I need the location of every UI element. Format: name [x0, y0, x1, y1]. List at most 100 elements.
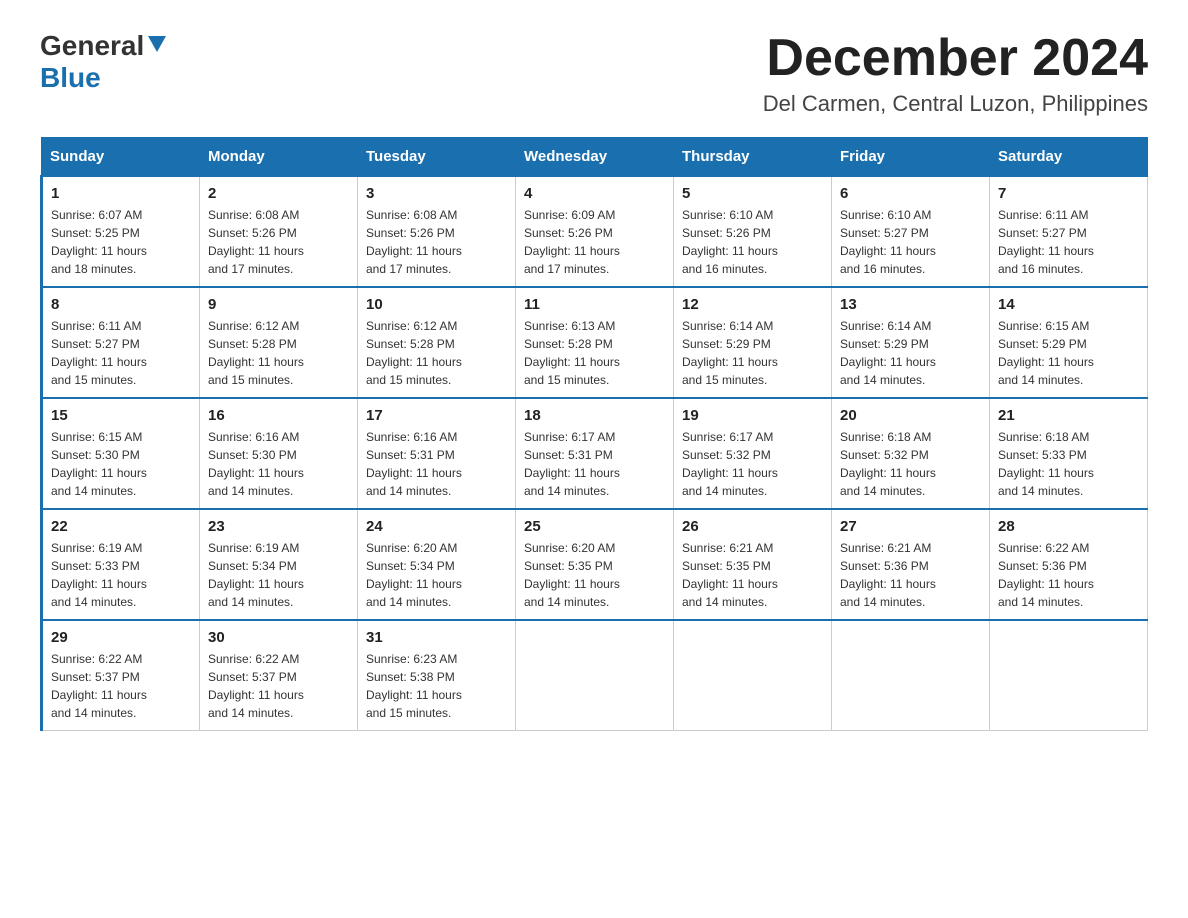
location-title: Del Carmen, Central Luzon, Philippines [763, 91, 1148, 117]
day-number: 2 [208, 185, 349, 202]
day-number: 28 [998, 518, 1139, 535]
day-info: Sunrise: 6:21 AM Sunset: 5:36 PM Dayligh… [840, 541, 936, 609]
day-number: 25 [524, 518, 665, 535]
calendar-cell [832, 620, 990, 731]
calendar-cell: 11 Sunrise: 6:13 AM Sunset: 5:28 PM Dayl… [516, 287, 674, 398]
day-number: 14 [998, 296, 1139, 313]
day-number: 13 [840, 296, 981, 313]
month-title: December 2024 [763, 30, 1148, 87]
calendar-cell: 1 Sunrise: 6:07 AM Sunset: 5:25 PM Dayli… [42, 176, 200, 287]
page-header: General Blue December 2024 Del Carmen, C… [40, 30, 1148, 117]
calendar-cell: 21 Sunrise: 6:18 AM Sunset: 5:33 PM Dayl… [990, 398, 1148, 509]
logo: General Blue [40, 30, 166, 94]
calendar-cell: 4 Sunrise: 6:09 AM Sunset: 5:26 PM Dayli… [516, 176, 674, 287]
day-number: 22 [51, 518, 191, 535]
calendar-cell: 24 Sunrise: 6:20 AM Sunset: 5:34 PM Dayl… [358, 509, 516, 620]
logo-general-text: General [40, 30, 144, 62]
calendar-cell: 14 Sunrise: 6:15 AM Sunset: 5:29 PM Dayl… [990, 287, 1148, 398]
day-number: 16 [208, 407, 349, 424]
day-info: Sunrise: 6:16 AM Sunset: 5:31 PM Dayligh… [366, 430, 462, 498]
calendar-cell: 13 Sunrise: 6:14 AM Sunset: 5:29 PM Dayl… [832, 287, 990, 398]
calendar-cell [674, 620, 832, 731]
calendar-cell: 22 Sunrise: 6:19 AM Sunset: 5:33 PM Dayl… [42, 509, 200, 620]
header-saturday: Saturday [990, 138, 1148, 177]
day-number: 6 [840, 185, 981, 202]
calendar-cell: 26 Sunrise: 6:21 AM Sunset: 5:35 PM Dayl… [674, 509, 832, 620]
day-info: Sunrise: 6:17 AM Sunset: 5:31 PM Dayligh… [524, 430, 620, 498]
day-info: Sunrise: 6:21 AM Sunset: 5:35 PM Dayligh… [682, 541, 778, 609]
day-info: Sunrise: 6:17 AM Sunset: 5:32 PM Dayligh… [682, 430, 778, 498]
day-info: Sunrise: 6:08 AM Sunset: 5:26 PM Dayligh… [208, 208, 304, 276]
calendar-cell [516, 620, 674, 731]
day-number: 15 [51, 407, 191, 424]
day-info: Sunrise: 6:10 AM Sunset: 5:26 PM Dayligh… [682, 208, 778, 276]
calendar-cell: 20 Sunrise: 6:18 AM Sunset: 5:32 PM Dayl… [832, 398, 990, 509]
day-number: 10 [366, 296, 507, 313]
calendar-week-row: 29 Sunrise: 6:22 AM Sunset: 5:37 PM Dayl… [42, 620, 1148, 731]
title-section: December 2024 Del Carmen, Central Luzon,… [763, 30, 1148, 117]
day-info: Sunrise: 6:14 AM Sunset: 5:29 PM Dayligh… [682, 319, 778, 387]
day-info: Sunrise: 6:19 AM Sunset: 5:34 PM Dayligh… [208, 541, 304, 609]
calendar-cell: 16 Sunrise: 6:16 AM Sunset: 5:30 PM Dayl… [200, 398, 358, 509]
calendar-cell: 30 Sunrise: 6:22 AM Sunset: 5:37 PM Dayl… [200, 620, 358, 731]
calendar-cell: 9 Sunrise: 6:12 AM Sunset: 5:28 PM Dayli… [200, 287, 358, 398]
calendar-cell: 25 Sunrise: 6:20 AM Sunset: 5:35 PM Dayl… [516, 509, 674, 620]
day-number: 3 [366, 185, 507, 202]
calendar-cell: 27 Sunrise: 6:21 AM Sunset: 5:36 PM Dayl… [832, 509, 990, 620]
calendar-cell: 8 Sunrise: 6:11 AM Sunset: 5:27 PM Dayli… [42, 287, 200, 398]
day-number: 4 [524, 185, 665, 202]
day-info: Sunrise: 6:12 AM Sunset: 5:28 PM Dayligh… [366, 319, 462, 387]
day-number: 7 [998, 185, 1139, 202]
calendar-cell: 10 Sunrise: 6:12 AM Sunset: 5:28 PM Dayl… [358, 287, 516, 398]
calendar-week-row: 15 Sunrise: 6:15 AM Sunset: 5:30 PM Dayl… [42, 398, 1148, 509]
day-number: 24 [366, 518, 507, 535]
calendar-week-row: 22 Sunrise: 6:19 AM Sunset: 5:33 PM Dayl… [42, 509, 1148, 620]
calendar-cell: 7 Sunrise: 6:11 AM Sunset: 5:27 PM Dayli… [990, 176, 1148, 287]
header-monday: Monday [200, 138, 358, 177]
day-info: Sunrise: 6:22 AM Sunset: 5:37 PM Dayligh… [208, 652, 304, 720]
day-info: Sunrise: 6:08 AM Sunset: 5:26 PM Dayligh… [366, 208, 462, 276]
day-number: 8 [51, 296, 191, 313]
day-info: Sunrise: 6:23 AM Sunset: 5:38 PM Dayligh… [366, 652, 462, 720]
day-info: Sunrise: 6:18 AM Sunset: 5:32 PM Dayligh… [840, 430, 936, 498]
calendar-cell: 29 Sunrise: 6:22 AM Sunset: 5:37 PM Dayl… [42, 620, 200, 731]
calendar-cell: 15 Sunrise: 6:15 AM Sunset: 5:30 PM Dayl… [42, 398, 200, 509]
day-info: Sunrise: 6:12 AM Sunset: 5:28 PM Dayligh… [208, 319, 304, 387]
calendar-table: SundayMondayTuesdayWednesdayThursdayFrid… [40, 137, 1148, 731]
calendar-cell: 28 Sunrise: 6:22 AM Sunset: 5:36 PM Dayl… [990, 509, 1148, 620]
day-info: Sunrise: 6:22 AM Sunset: 5:36 PM Dayligh… [998, 541, 1094, 609]
day-number: 18 [524, 407, 665, 424]
day-number: 23 [208, 518, 349, 535]
day-info: Sunrise: 6:20 AM Sunset: 5:34 PM Dayligh… [366, 541, 462, 609]
day-info: Sunrise: 6:15 AM Sunset: 5:29 PM Dayligh… [998, 319, 1094, 387]
day-number: 29 [51, 629, 191, 646]
day-number: 20 [840, 407, 981, 424]
calendar-cell: 12 Sunrise: 6:14 AM Sunset: 5:29 PM Dayl… [674, 287, 832, 398]
logo-triangle-icon [148, 36, 166, 57]
calendar-cell: 23 Sunrise: 6:19 AM Sunset: 5:34 PM Dayl… [200, 509, 358, 620]
day-info: Sunrise: 6:18 AM Sunset: 5:33 PM Dayligh… [998, 430, 1094, 498]
header-friday: Friday [832, 138, 990, 177]
logo-blue-text: Blue [40, 62, 101, 93]
calendar-cell: 3 Sunrise: 6:08 AM Sunset: 5:26 PM Dayli… [358, 176, 516, 287]
calendar-cell: 31 Sunrise: 6:23 AM Sunset: 5:38 PM Dayl… [358, 620, 516, 731]
day-number: 27 [840, 518, 981, 535]
day-number: 21 [998, 407, 1139, 424]
day-info: Sunrise: 6:11 AM Sunset: 5:27 PM Dayligh… [51, 319, 147, 387]
day-number: 11 [524, 296, 665, 313]
calendar-cell: 17 Sunrise: 6:16 AM Sunset: 5:31 PM Dayl… [358, 398, 516, 509]
calendar-cell: 6 Sunrise: 6:10 AM Sunset: 5:27 PM Dayli… [832, 176, 990, 287]
day-info: Sunrise: 6:13 AM Sunset: 5:28 PM Dayligh… [524, 319, 620, 387]
day-info: Sunrise: 6:10 AM Sunset: 5:27 PM Dayligh… [840, 208, 936, 276]
calendar-week-row: 8 Sunrise: 6:11 AM Sunset: 5:27 PM Dayli… [42, 287, 1148, 398]
calendar-week-row: 1 Sunrise: 6:07 AM Sunset: 5:25 PM Dayli… [42, 176, 1148, 287]
day-info: Sunrise: 6:07 AM Sunset: 5:25 PM Dayligh… [51, 208, 147, 276]
day-info: Sunrise: 6:20 AM Sunset: 5:35 PM Dayligh… [524, 541, 620, 609]
calendar-cell: 19 Sunrise: 6:17 AM Sunset: 5:32 PM Dayl… [674, 398, 832, 509]
day-number: 5 [682, 185, 823, 202]
day-number: 1 [51, 185, 191, 202]
day-info: Sunrise: 6:09 AM Sunset: 5:26 PM Dayligh… [524, 208, 620, 276]
calendar-cell: 5 Sunrise: 6:10 AM Sunset: 5:26 PM Dayli… [674, 176, 832, 287]
day-info: Sunrise: 6:16 AM Sunset: 5:30 PM Dayligh… [208, 430, 304, 498]
header-wednesday: Wednesday [516, 138, 674, 177]
